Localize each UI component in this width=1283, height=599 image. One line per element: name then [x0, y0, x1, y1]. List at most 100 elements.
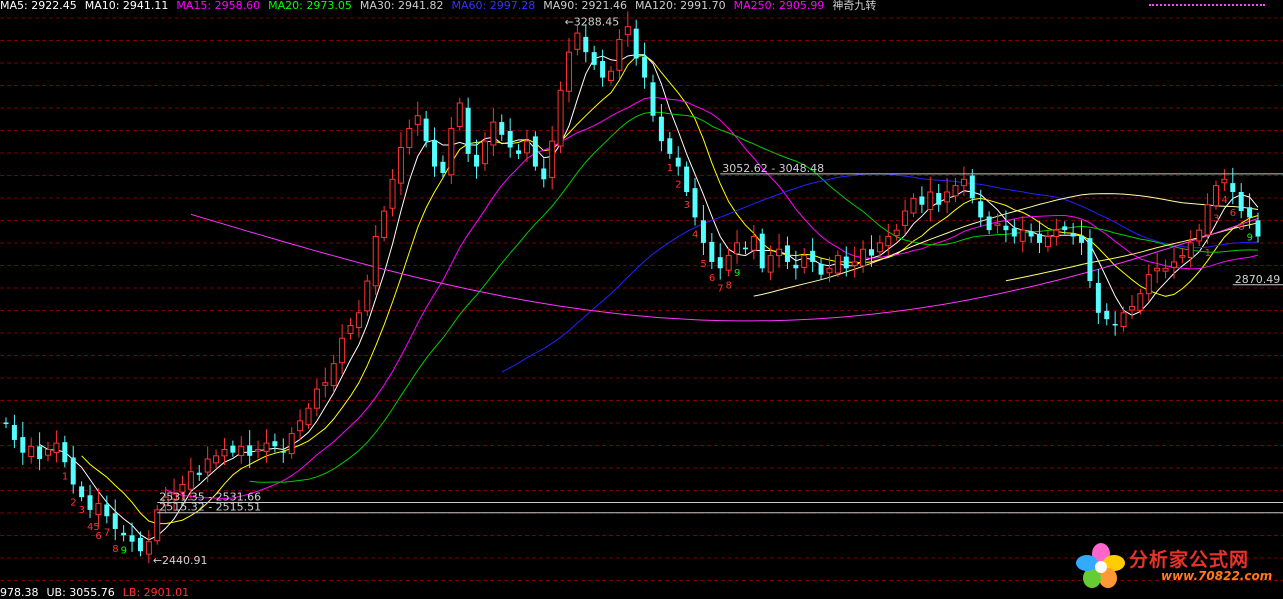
- watermark-logo: 分析家公式网 www.70822.com: [1075, 541, 1275, 591]
- candle-body: [960, 178, 967, 187]
- candle-body: [440, 161, 446, 173]
- candle-body: [994, 223, 1001, 226]
- candle-body: [936, 192, 942, 205]
- setup-count: 5: [700, 259, 706, 270]
- candle-body: [247, 445, 253, 456]
- setup-count: 9: [1247, 233, 1253, 244]
- candle-body: [397, 147, 404, 184]
- setup-count: 9: [734, 268, 740, 279]
- candle-body: [3, 422, 9, 425]
- candle-body: [759, 233, 765, 269]
- setup-count: 1: [62, 471, 68, 482]
- candle-body: [810, 250, 816, 262]
- candle-body: [1187, 242, 1194, 258]
- candle-body: [860, 248, 867, 267]
- candle-body: [633, 28, 639, 59]
- candle-body: [263, 442, 270, 452]
- candle-body: [448, 127, 455, 176]
- candle-body: [607, 70, 614, 81]
- candle-body: [910, 197, 917, 214]
- candle-body: [767, 255, 774, 273]
- setup-count: 7: [717, 283, 723, 294]
- candle-body: [1120, 312, 1127, 327]
- candle-body: [717, 257, 723, 269]
- candle-body: [1162, 267, 1169, 272]
- candle-body: [574, 32, 581, 50]
- candle-body: [145, 541, 152, 555]
- candle-body: [565, 51, 572, 92]
- candle-body: [742, 247, 748, 250]
- candle-body: [45, 448, 52, 456]
- candle-body: [313, 388, 320, 409]
- candle-body: [650, 82, 656, 116]
- setup-count: 9: [121, 545, 127, 556]
- candle-body: [481, 140, 488, 165]
- candle-body: [121, 532, 127, 536]
- candle-body: [1104, 310, 1110, 320]
- candle-body: [843, 256, 849, 269]
- candle-body: [675, 157, 681, 167]
- candle-body: [1044, 236, 1051, 248]
- candle-body: [1095, 282, 1101, 313]
- candle-body: [952, 185, 959, 197]
- candle-body: [112, 513, 118, 529]
- candle-body: [196, 472, 202, 475]
- setup-count: 2: [70, 498, 76, 509]
- candle-body: [339, 337, 346, 364]
- candle-body: [87, 495, 93, 510]
- setup-count: 8: [726, 280, 732, 291]
- candle-body: [876, 242, 883, 253]
- candle-body: [600, 61, 606, 78]
- candle-body: [204, 458, 211, 473]
- candle-body: [129, 535, 135, 542]
- candle-body: [986, 216, 992, 231]
- candle-body: [70, 457, 76, 485]
- candle-body: [616, 38, 623, 71]
- candle-body: [1128, 305, 1135, 311]
- setup-count: 6: [95, 531, 101, 542]
- watermark-name: 分析家公式网: [1129, 549, 1250, 571]
- candle-body: [549, 140, 556, 178]
- flower-logo-icon: [1076, 543, 1125, 588]
- candle-body: [624, 26, 631, 36]
- watermark-url: www.70822.com: [1161, 569, 1273, 583]
- candle-body: [490, 121, 497, 146]
- candle-body: [1079, 235, 1085, 243]
- candle-body: [1019, 229, 1026, 242]
- candle-body: [432, 140, 438, 167]
- candle-body: [1230, 183, 1236, 193]
- setup-count: 6: [709, 273, 715, 284]
- candle-body: [79, 486, 85, 498]
- candle-body: [784, 245, 790, 262]
- candle-body: [826, 267, 833, 274]
- candle-body: [532, 136, 538, 167]
- candle-body: [330, 363, 337, 387]
- candle-body: [507, 130, 513, 148]
- candle-body: [793, 264, 799, 269]
- candle-body: [1179, 255, 1186, 258]
- setup-count: 8: [1238, 222, 1244, 233]
- candle-body: [372, 236, 379, 287]
- candle-body: [11, 425, 17, 440]
- candle-body: [347, 325, 354, 334]
- candle-body: [1221, 178, 1228, 184]
- candle-body: [1238, 192, 1244, 212]
- candle-body: [104, 504, 110, 517]
- candle-body: [381, 210, 388, 238]
- candle-body: [1170, 261, 1177, 268]
- candle-body: [750, 236, 757, 251]
- candle-body: [62, 442, 68, 463]
- candlestick-chart[interactable]: ←3288.45 ←2440.91 3052.62 - 3048.48 2870.49…: [0, 0, 1283, 597]
- ma5-line: [39, 54, 1259, 541]
- candle-body: [1037, 233, 1043, 243]
- candle-body: [700, 220, 706, 243]
- candle-body: [516, 150, 522, 154]
- candle-body: [734, 242, 741, 255]
- candle-body: [868, 249, 874, 256]
- candle-body: [1003, 225, 1009, 231]
- candle-body: [591, 52, 597, 65]
- candle-body: [423, 118, 429, 142]
- candle-body: [474, 154, 480, 167]
- candle-body: [1028, 231, 1034, 237]
- candle-body: [238, 445, 245, 457]
